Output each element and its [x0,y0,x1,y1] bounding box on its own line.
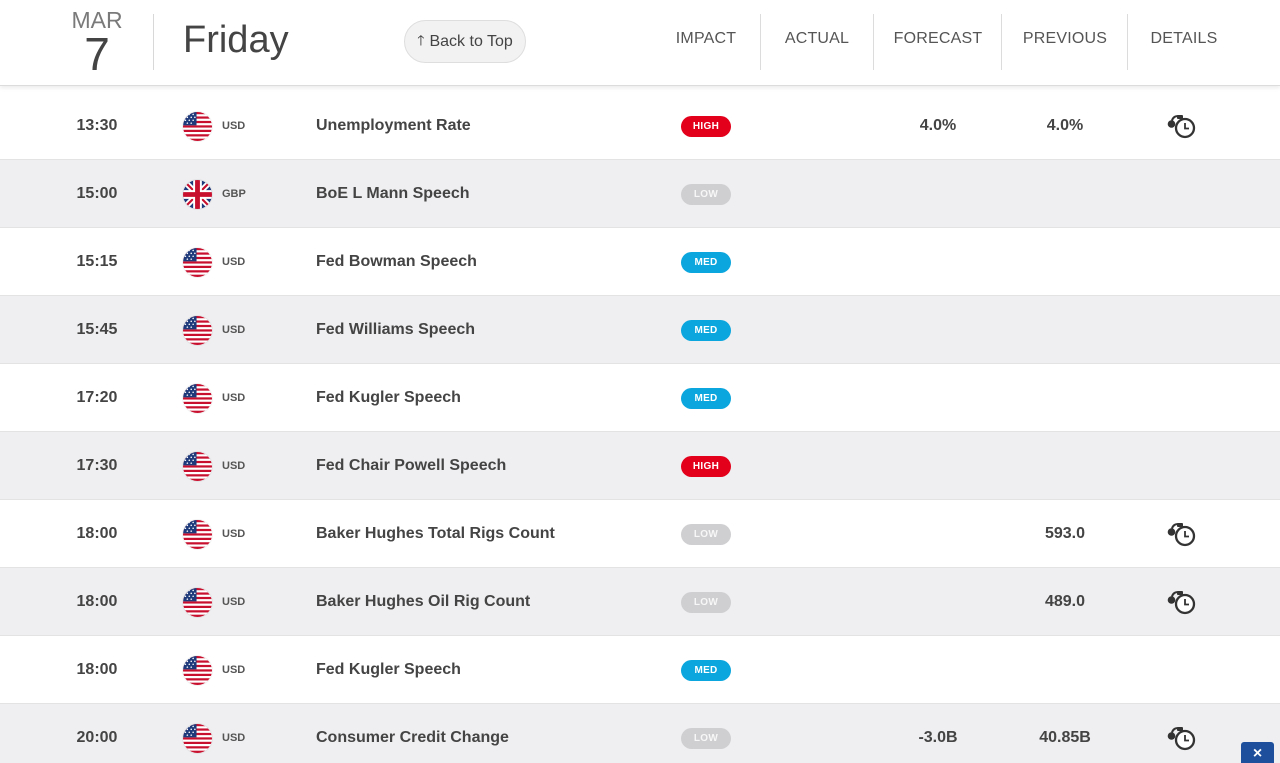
divider [1127,14,1128,70]
forecast-value: 4.0% [919,117,957,134]
divider [760,14,761,70]
us-flag-icon [183,588,212,617]
event-name[interactable]: Fed Chair Powell Speech [316,457,506,475]
details-alert-icon[interactable] [1166,589,1200,617]
table-row[interactable]: 15:15 USD Fed Bowman Speech MED [0,228,1280,296]
column-header-previous: PREVIOUS [1022,30,1108,47]
us-flag-icon [183,724,212,753]
forecast-value: -3.0B [918,729,958,746]
table-row[interactable]: 20:00 USD Consumer Credit Change LOW -3.… [0,704,1280,763]
impact-badge: MED [681,660,731,681]
impact-badge: HIGH [681,456,731,477]
divider [873,14,874,70]
weekday-title: Friday [183,19,289,61]
previous-value: 40.85B [1039,729,1091,746]
currency-code: USD [222,732,246,744]
event-time: 20:00 [76,729,118,746]
arrow-up-icon: 🡑 [417,31,425,48]
table-row[interactable]: 18:00 USD Baker Hughes Total Rigs Count … [0,500,1280,568]
date-day: 7 [84,28,110,80]
previous-value: 489.0 [1044,593,1086,610]
calendar-header: MAR 7 Friday 🡑 Back to Top IMPACT ACTUAL… [0,0,1280,86]
currency-code: USD [222,664,246,676]
impact-badge: LOW [681,184,731,205]
table-row[interactable]: 15:00 GBP BoE L Mann Speech LOW [0,160,1280,228]
event-name[interactable]: Fed Williams Speech [316,321,475,339]
table-row[interactable]: 15:45 USD Fed Williams Speech MED [0,296,1280,364]
us-flag-icon [183,384,212,413]
event-time: 15:45 [76,321,118,338]
table-row[interactable]: 17:20 USD Fed Kugler Speech MED [0,364,1280,432]
event-name[interactable]: Consumer Credit Change [316,729,509,747]
currency-code: USD [222,256,246,268]
column-header-actual: ACTUAL [784,30,850,47]
previous-value: 4.0% [1046,117,1084,134]
table-row[interactable]: 17:30 USD Fed Chair Powell Speech HIGH [0,432,1280,500]
uk-flag-icon [183,180,212,209]
event-name[interactable]: Baker Hughes Oil Rig Count [316,593,530,611]
event-name[interactable]: Baker Hughes Total Rigs Count [316,525,555,543]
impact-badge: MED [681,252,731,273]
details-alert-icon[interactable] [1166,521,1200,549]
impact-badge: HIGH [681,116,731,137]
event-name[interactable]: Unemployment Rate [316,117,471,135]
currency-code: USD [222,528,246,540]
column-header-forecast: FORECAST [893,30,983,47]
us-flag-icon [183,248,212,277]
events-table: 13:30 USD Unemployment Rate HIGH 4.0% 4.… [0,92,1280,763]
event-time: 17:20 [76,389,118,406]
event-name[interactable]: Fed Bowman Speech [316,253,477,271]
event-time: 18:00 [76,593,118,610]
back-to-top-button[interactable]: 🡑 Back to Top [404,20,526,63]
event-name[interactable]: BoE L Mann Speech [316,185,470,203]
date-block: MAR 7 [66,8,128,80]
event-time: 13:30 [76,117,118,134]
currency-code: USD [222,596,246,608]
currency-code: USD [222,392,246,404]
table-row[interactable]: 18:00 USD Fed Kugler Speech MED [0,636,1280,704]
details-alert-icon[interactable] [1166,725,1200,753]
column-header-impact: IMPACT [675,30,737,47]
currency-code: USD [222,120,246,132]
us-flag-icon [183,316,212,345]
impact-badge: LOW [681,524,731,545]
event-time: 18:00 [76,661,118,678]
event-time: 15:00 [76,185,118,202]
us-flag-icon [183,656,212,685]
impact-badge: MED [681,320,731,341]
event-time: 17:30 [76,457,118,474]
divider [153,14,154,70]
table-row[interactable]: 18:00 USD Baker Hughes Oil Rig Count LOW… [0,568,1280,636]
event-name[interactable]: Fed Kugler Speech [316,389,461,407]
table-row[interactable]: 13:30 USD Unemployment Rate HIGH 4.0% 4.… [0,92,1280,160]
currency-code: GBP [222,188,246,200]
impact-badge: MED [681,388,731,409]
back-to-top-label: Back to Top [429,32,513,50]
us-flag-icon [183,112,212,141]
us-flag-icon [183,520,212,549]
us-flag-icon [183,452,212,481]
column-header-details: DETAILS [1150,30,1218,47]
currency-code: USD [222,324,246,336]
divider [1001,14,1002,70]
impact-badge: LOW [681,728,731,749]
event-time: 15:15 [76,253,118,270]
previous-value: 593.0 [1044,525,1086,542]
event-name[interactable]: Fed Kugler Speech [316,661,461,679]
currency-code: USD [222,460,246,472]
event-time: 18:00 [76,525,118,542]
impact-badge: LOW [681,592,731,613]
details-alert-icon[interactable] [1166,113,1200,141]
close-icon[interactable]: × [1241,742,1274,763]
